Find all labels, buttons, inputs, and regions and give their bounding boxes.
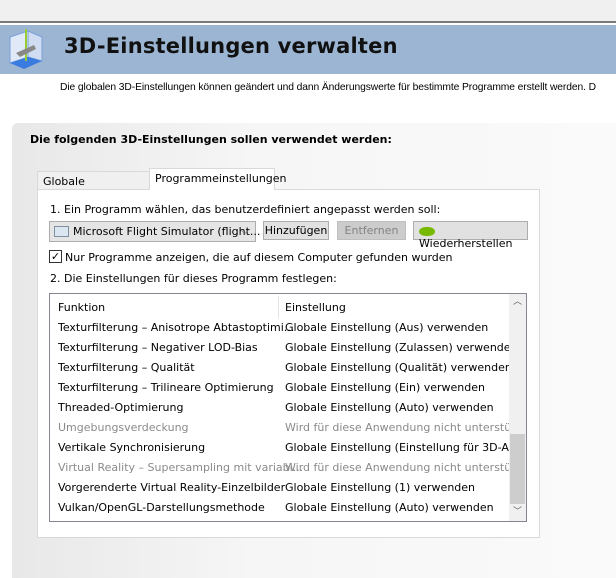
table-row[interactable]: Vertikale Synchronisierung Globale Einste… — [50, 438, 526, 458]
tab-global-settings[interactable]: Globale Einstellungen — [37, 171, 150, 201]
function-cell: Umgebungsverdeckung — [58, 421, 189, 434]
program-icon — [54, 226, 69, 237]
function-cell: Texturfilterung – Anisotrope Abtastoptim… — [58, 321, 295, 334]
page-title: 3D-Einstellungen verwalten — [64, 34, 398, 58]
function-cell: Texturfilterung – Negativer LOD-Bias — [58, 341, 258, 354]
setting-cell[interactable]: Globale Einstellung (Einstellung für 3D-… — [285, 441, 526, 454]
column-header-setting[interactable]: Einstellung — [285, 301, 346, 314]
top-strip — [0, 0, 616, 23]
settings-list: Funktion Einstellung Texturfilterung – A… — [49, 293, 527, 522]
setting-cell[interactable]: Globale Einstellung (1) verwenden — [285, 481, 475, 494]
setting-cell[interactable]: Globale Einstellung (Qualität) verwenden — [285, 361, 512, 374]
setting-cell[interactable]: Globale Einstellung (Auto) verwenden — [285, 501, 494, 514]
show-found-programs-checkbox[interactable]: ✓ — [49, 250, 62, 263]
panel-title: Die folgenden 3D-Einstellungen sollen ve… — [30, 133, 392, 146]
scroll-up-icon[interactable]: ︿ — [509, 294, 526, 311]
setting-cell[interactable]: Globale Einstellung (Ein) verwenden — [285, 381, 485, 394]
function-cell: Texturfilterung – Qualität — [58, 361, 195, 374]
setting-cell[interactable]: Wird für diese Anwendung nicht unterstüt… — [285, 421, 526, 434]
table-row[interactable]: Vorgerenderte Virtual Reality-Einzelbild… — [50, 478, 508, 498]
table-row[interactable]: Virtual Reality – Supersampling mit vari… — [50, 458, 526, 478]
function-cell: Vulkan/OpenGL-Darstellungsmethode — [58, 501, 265, 514]
restore-button[interactable]: Wiederherstellen — [413, 221, 528, 250]
page-header: 3D-Einstellungen verwalten — [0, 25, 616, 74]
add-button[interactable]: Hinzufügen — [263, 221, 329, 240]
checkmark-icon: ✓ — [50, 250, 61, 263]
table-row[interactable]: Vulkan/OpenGL-Darstellungsmethode Globale… — [50, 498, 508, 518]
function-cell: Texturfilterung – Trilineare Optimierung — [58, 381, 274, 394]
restore-button-label: Wiederherstellen — [419, 237, 513, 250]
function-cell: Virtual Reality – Supersampling mit vari… — [58, 461, 304, 474]
column-header-function[interactable]: Funktion — [58, 301, 105, 314]
tab-program-settings[interactable]: Programmeinstellungen — [149, 168, 287, 190]
3d-settings-icon — [9, 29, 43, 69]
table-row[interactable]: Threaded-Optimierung Globale Einstellung … — [50, 398, 508, 418]
scrollbar[interactable]: ︿ ﹀ — [509, 294, 526, 521]
program-select-value: Microsoft Flight Simulator (flight... — [73, 225, 261, 238]
setting-cell[interactable]: Wird für diese Anwendung nicht unterstüt… — [285, 461, 526, 474]
scroll-down-icon[interactable]: ﹀ — [509, 504, 526, 521]
list-header: Funktion Einstellung — [50, 294, 508, 320]
scrollbar-thumb[interactable] — [510, 434, 525, 504]
function-cell: Threaded-Optimierung — [58, 401, 184, 414]
column-divider[interactable] — [278, 296, 279, 318]
setting-cell[interactable]: Globale Einstellung (Auto) verwenden — [285, 401, 494, 414]
setting-cell[interactable]: Globale Einstellung (Aus) verwenden — [285, 321, 488, 334]
nvidia-icon — [419, 226, 435, 236]
chevron-down-icon: ⌵ — [240, 224, 249, 237]
step1-label: 1. Ein Programm wählen, das benutzerdefi… — [50, 203, 441, 216]
table-row[interactable]: Texturfilterung – Negativer LOD-Bias Glob… — [50, 338, 518, 358]
page-description: Die globalen 3D-Einstellungen können geä… — [60, 82, 596, 93]
setting-cell[interactable]: Globale Einstellung (Zulassen) verwenden — [285, 341, 518, 354]
function-cell: Vorgerenderte Virtual Reality-Einzelbild… — [58, 481, 286, 494]
function-cell: Vertikale Synchronisierung — [58, 441, 206, 454]
step2-label: 2. Die Einstellungen für dieses Programm… — [50, 272, 337, 285]
table-row[interactable]: Umgebungsverdeckung Wird für diese Anwend… — [50, 418, 526, 438]
table-row[interactable]: Texturfilterung – Qualität Globale Einste… — [50, 358, 512, 378]
remove-button[interactable]: Entfernen — [337, 221, 406, 240]
table-row[interactable]: Texturfilterung – Trilineare Optimierung… — [50, 378, 508, 398]
show-found-programs-label[interactable]: Nur Programme anzeigen, die auf diesem C… — [65, 251, 453, 264]
program-select[interactable]: Microsoft Flight Simulator (flight... ⌵ — [49, 221, 260, 242]
table-row[interactable]: Texturfilterung – Anisotrope Abtastoptim… — [50, 318, 508, 338]
